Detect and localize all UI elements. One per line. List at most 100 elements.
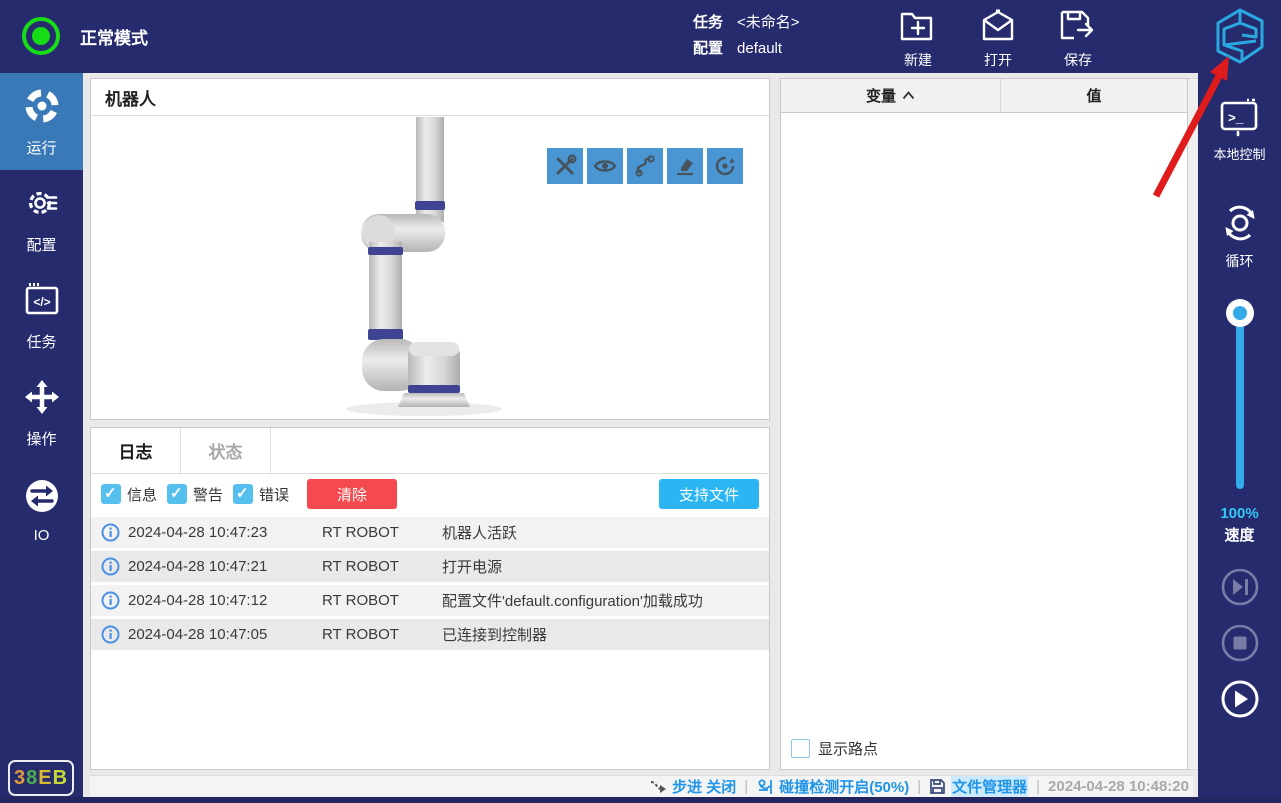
file-manager-label: 文件管理器	[951, 776, 1029, 797]
collision-detection-status[interactable]: 碰撞检测开启(50%)	[756, 776, 909, 797]
status-separator: |	[1036, 778, 1041, 795]
save-button[interactable]: 保存	[1045, 8, 1111, 70]
robot-panel-title: 机器人	[91, 79, 769, 116]
badge-char: 8	[26, 766, 39, 789]
tab-status[interactable]: 状态	[181, 428, 271, 473]
step-mode-status[interactable]: 步进 关闭	[649, 776, 736, 797]
sidebar-item-label: 任务	[26, 333, 57, 351]
step-forward-icon	[1221, 568, 1258, 606]
play-icon	[1221, 680, 1258, 718]
left-sidebar: 运行 配置 </> 任务 操作 IO 38EB	[0, 73, 83, 803]
sidebar-item-label: 操作	[26, 430, 57, 448]
code-window-icon: </>	[22, 280, 62, 324]
log-entry-row[interactable]: 2024-04-28 10:47:23 RT ROBOT 机器人活跃	[91, 517, 769, 548]
tab-log[interactable]: 日志	[91, 428, 181, 473]
filter-warning[interactable]: 警告	[167, 484, 223, 505]
loop-button[interactable]: 循环	[1217, 201, 1263, 271]
warning-checkbox[interactable]	[167, 484, 188, 504]
task-value: <未命名>	[737, 14, 800, 31]
variables-scrollbar[interactable]	[1188, 78, 1198, 770]
move-arrows-icon	[22, 377, 62, 421]
visibility-button[interactable]	[587, 148, 623, 184]
filter-info[interactable]: 信息	[101, 484, 157, 505]
info-icon	[101, 625, 120, 644]
eye-icon	[593, 160, 617, 172]
local-control-button[interactable]: >_ 本地控制	[1213, 98, 1266, 163]
log-source: RT ROBOT	[322, 524, 399, 541]
value-column-header[interactable]: 值	[1001, 79, 1187, 112]
collision-icon	[758, 779, 773, 794]
variables-panel: 变量 值 显示路点	[780, 78, 1188, 770]
right-sidebar: >_ 本地控制 循环 100% 速度	[1198, 73, 1281, 803]
log-entry-row[interactable]: 2024-04-28 10:47:12 RT ROBOT 配置文件'defaul…	[91, 585, 769, 616]
floppy-disk-icon	[930, 779, 945, 794]
path-button[interactable]	[627, 148, 663, 184]
log-time: 2024-04-28 10:47:12	[128, 592, 268, 609]
status-bar: 步进 关闭 | 碰撞检测开启(50%) | 文件管理器 | 2024-04-28…	[90, 775, 1193, 797]
robot-status-indicator	[22, 17, 60, 55]
show-waypoints-toggle[interactable]: 显示路点	[791, 738, 878, 759]
error-checkbox[interactable]	[233, 484, 254, 504]
info-checkbox[interactable]	[101, 484, 121, 504]
run-icon	[22, 86, 62, 130]
filter-info-label: 信息	[127, 486, 158, 504]
loop-label: 循环	[1225, 253, 1254, 269]
log-message: 配置文件'default.configuration'加载成功	[442, 593, 703, 610]
badge-char: B	[52, 766, 69, 789]
sidebar-item-operate[interactable]: 操作	[0, 364, 83, 461]
speed-slider-thumb[interactable]	[1225, 299, 1254, 327]
file-manager-button[interactable]: 文件管理器	[929, 776, 1029, 797]
new-button[interactable]: 新建	[885, 8, 951, 70]
clear-button[interactable]: 清除	[307, 479, 398, 509]
config-row: 配置 default	[693, 36, 800, 62]
log-source: RT ROBOT	[322, 626, 399, 643]
speed-slider-track[interactable]	[1235, 307, 1244, 489]
speed-percent: 100%	[1220, 505, 1259, 522]
log-time: 2024-04-28 10:47:21	[128, 558, 268, 575]
log-tab-bar: 日志 状态	[91, 428, 769, 474]
stop-button[interactable]	[1220, 623, 1260, 663]
log-filter-row: 信息 警告 错误 清除 支持文件	[91, 474, 769, 514]
show-waypoints-checkbox[interactable]	[791, 739, 810, 758]
robot-panel: 机器人	[90, 78, 832, 420]
show-waypoints-label: 显示路点	[818, 741, 879, 758]
badge-char: 3	[13, 766, 27, 789]
loop-icon	[1225, 205, 1254, 241]
rotate-button[interactable]	[707, 148, 743, 184]
eraser-button[interactable]	[667, 148, 703, 184]
open-button[interactable]: 打开	[965, 8, 1031, 70]
svg-text:>_: >_	[1228, 111, 1244, 126]
sidebar-item-io[interactable]: IO	[0, 461, 83, 558]
bottom-strip	[0, 797, 1281, 803]
filter-error-label: 错误	[259, 486, 290, 504]
status-timestamp: 2024-04-28 10:48:20	[1048, 778, 1189, 795]
sidebar-item-config[interactable]: 配置	[0, 170, 83, 267]
status-separator: |	[917, 778, 922, 795]
tools-icon	[556, 154, 577, 175]
stop-icon	[1221, 624, 1258, 662]
log-entry-row[interactable]: 2024-04-28 10:47:21 RT ROBOT 打开电源	[91, 551, 769, 582]
io-exchange-icon	[22, 476, 62, 520]
value-header-label: 值	[1086, 88, 1102, 105]
eraser-icon	[677, 159, 693, 176]
tools-button[interactable]	[547, 148, 583, 184]
path-spline-icon	[635, 155, 655, 177]
sidebar-item-task[interactable]: </> 任务	[0, 267, 83, 364]
checksum-badge: 38EB	[8, 760, 74, 796]
filter-error[interactable]: 错误	[233, 484, 289, 505]
log-entry-row[interactable]: 2024-04-28 10:47:05 RT ROBOT 已连接到控制器	[91, 619, 769, 650]
sort-ascending-icon	[902, 91, 915, 100]
variable-column-header[interactable]: 变量	[781, 79, 1001, 112]
top-bar: 正常模式 任务 <未命名> 配置 default 新建 打开 保存	[0, 0, 1281, 73]
gear-icon	[22, 183, 62, 227]
config-value: default	[737, 40, 783, 57]
sidebar-item-run[interactable]: 运行	[0, 73, 83, 170]
log-message: 打开电源	[442, 559, 503, 576]
info-icon	[101, 557, 120, 576]
info-icon	[101, 591, 120, 610]
play-button[interactable]	[1220, 679, 1260, 719]
support-files-button[interactable]: 支持文件	[659, 479, 759, 509]
step-forward-button[interactable]	[1220, 567, 1260, 607]
open-button-label: 打开	[984, 52, 1012, 68]
brand-logo-icon[interactable]	[1212, 7, 1268, 65]
